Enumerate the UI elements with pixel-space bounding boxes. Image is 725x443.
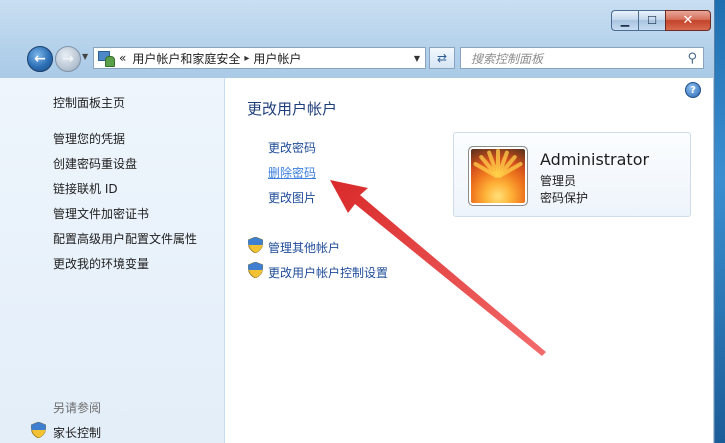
main-content: ? 更改用户帐户 更改密码 删除密码 更改图片 管理其他帐户 更改用户帐户控制设… <box>225 78 713 443</box>
control-panel-window: ▁ ☐ ✕ ← → ▼ « 用户帐户和家庭安全 ▸ 用户帐户 ▼ ⇄ 搜索控制面… <box>0 0 715 443</box>
page-title: 更改用户帐户 <box>247 100 338 118</box>
change-password-link[interactable]: 更改密码 <box>268 139 316 156</box>
change-picture-link[interactable]: 更改图片 <box>268 189 316 206</box>
back-arrow-icon: ← <box>34 51 46 67</box>
see-also-heading: 另请参阅 <box>53 401 102 415</box>
account-role: 管理员 <box>540 174 577 188</box>
uac-shield-icon <box>31 422 46 438</box>
sidebar-item-home[interactable]: 控制面板主页 <box>53 94 125 111</box>
minimize-button[interactable]: ▁ <box>611 10 638 31</box>
sidebar-item-reset-disk[interactable]: 创建密码重设盘 <box>53 155 137 172</box>
maximize-button[interactable]: ☐ <box>638 10 665 31</box>
sidebar-item-manage-credentials[interactable]: 管理您的凭据 <box>53 130 125 147</box>
remove-password-link[interactable]: 删除密码 <box>268 164 316 181</box>
uac-shield-icon <box>248 262 263 278</box>
recent-pages-dropdown-icon[interactable]: ▼ <box>82 52 88 61</box>
sidebar: 控制面板主页 管理您的凭据 创建密码重设盘 链接联机 ID 管理文件加密证书 配… <box>0 78 225 443</box>
breadcrumb-user-accounts[interactable]: 用户帐户 <box>253 50 301 67</box>
caption-buttons: ▁ ☐ ✕ <box>611 10 711 31</box>
sidebar-item-parental-controls[interactable]: 家长控制 <box>53 424 101 441</box>
account-status: 密码保护 <box>540 191 589 205</box>
account-name: Administrator <box>540 150 650 169</box>
address-overflow[interactable]: « <box>119 51 126 65</box>
help-icon[interactable]: ? <box>685 82 701 98</box>
forward-button[interactable]: → <box>55 46 81 72</box>
back-button[interactable]: ← <box>27 46 53 72</box>
sidebar-item-profile-properties[interactable]: 配置高级用户配置文件属性 <box>53 230 197 247</box>
breadcrumb-separator-icon[interactable]: ▸ <box>244 53 249 64</box>
uac-shield-icon <box>248 237 263 253</box>
forward-arrow-icon: → <box>62 51 74 67</box>
account-card: Administrator 管理员 密码保护 <box>453 132 691 217</box>
refresh-icon: ⇄ <box>436 51 448 65</box>
user-accounts-icon <box>97 50 115 67</box>
address-bar[interactable]: « 用户帐户和家庭安全 ▸ 用户帐户 ▼ <box>93 47 426 69</box>
navigation-bar: ← → ▼ « 用户帐户和家庭安全 ▸ 用户帐户 ▼ ⇄ 搜索控制面板 ⚲ <box>0 44 714 74</box>
close-button[interactable]: ✕ <box>665 10 711 31</box>
search-placeholder: 搜索控制面板 <box>471 51 544 66</box>
address-dropdown-icon[interactable]: ▼ <box>414 54 420 63</box>
sidebar-item-encryption-certs[interactable]: 管理文件加密证书 <box>53 205 149 222</box>
refresh-button[interactable]: ⇄ <box>429 47 455 69</box>
uac-settings-link[interactable]: 更改用户帐户控制设置 <box>268 264 388 281</box>
manage-other-accounts-link[interactable]: 管理其他帐户 <box>268 239 340 256</box>
sidebar-item-environment-variables[interactable]: 更改我的环境变量 <box>53 255 149 272</box>
breadcrumb-family-safety[interactable]: 用户帐户和家庭安全 <box>132 50 240 67</box>
avatar[interactable] <box>468 146 528 206</box>
search-input[interactable]: 搜索控制面板 ⚲ <box>460 47 704 69</box>
sidebar-item-link-online-id[interactable]: 链接联机 ID <box>53 180 118 197</box>
search-icon[interactable]: ⚲ <box>687 51 697 66</box>
